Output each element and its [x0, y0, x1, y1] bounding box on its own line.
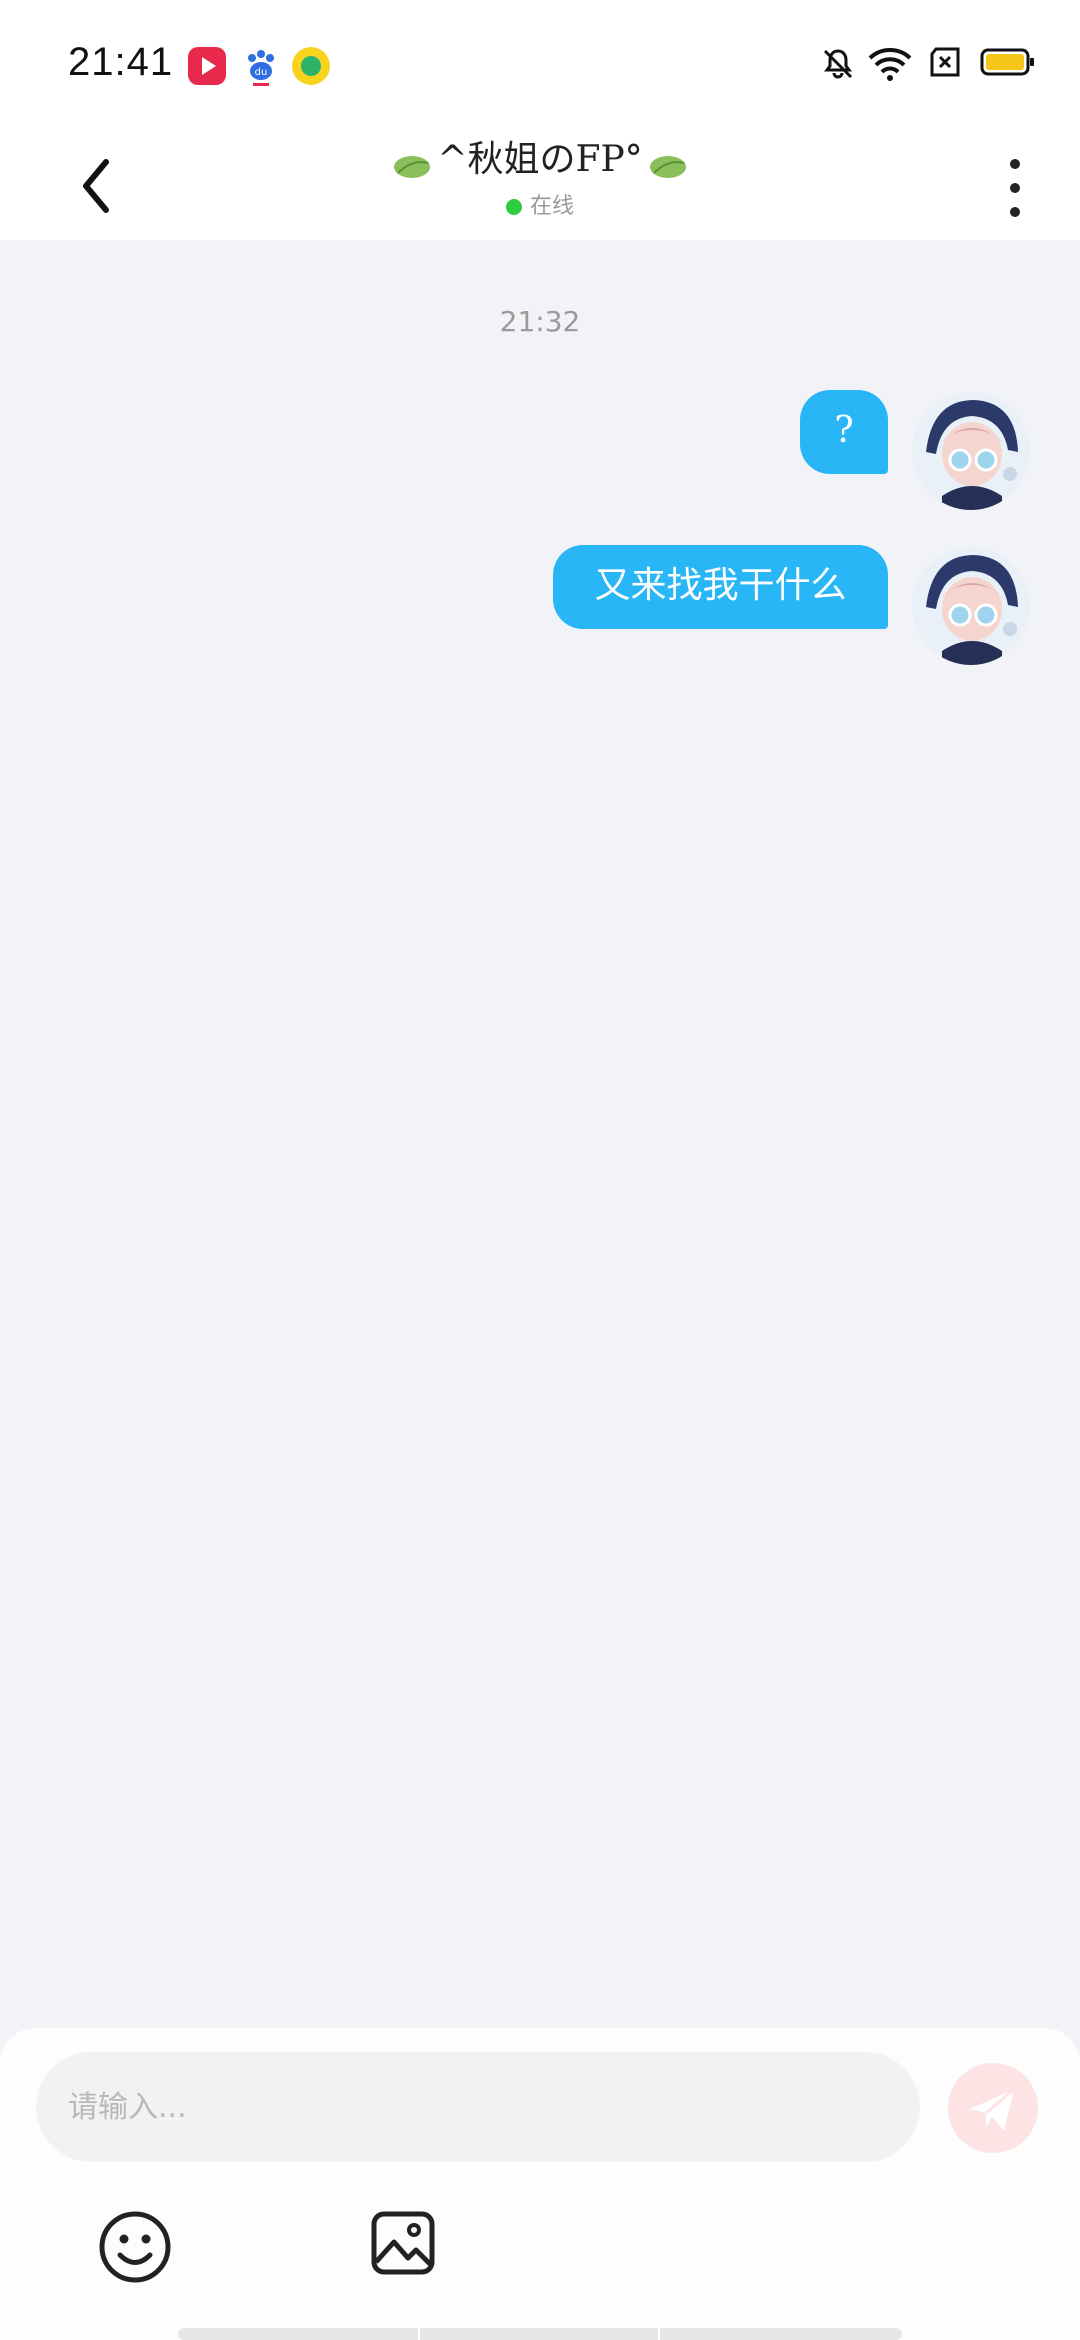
- more-options-button[interactable]: [990, 140, 1040, 220]
- chat-header: ^秋姐のFP° 在线: [0, 120, 1080, 240]
- bell-off-icon: [823, 49, 853, 79]
- message-row: 又来找我干什么: [0, 545, 1080, 665]
- title-area: ^秋姐のFP° 在线: [0, 130, 1080, 220]
- image-icon: [371, 2211, 435, 2275]
- input-panel: [0, 2028, 1080, 2340]
- chat-screen: 21:41 du ^秋姐のFP° 在线 21:32 ? 又来找我干什么 请输入.…: [0, 0, 1080, 2340]
- online-dot-icon: [505, 199, 522, 215]
- send-icon: [970, 2087, 1015, 2131]
- leaf-icon: [394, 155, 431, 178]
- smiley-icon: [99, 2211, 171, 2283]
- message-bubble[interactable]: ?: [800, 390, 888, 474]
- avatar[interactable]: [912, 392, 1030, 510]
- baidu-icon: du: [242, 47, 280, 86]
- leaf-icon: [649, 155, 686, 178]
- avatar[interactable]: [912, 547, 1030, 665]
- message-bubble[interactable]: 又来找我干什么: [553, 545, 888, 629]
- wifi-icon: [868, 48, 912, 81]
- music-app-icon: [292, 47, 330, 85]
- online-status-label: 在线: [529, 194, 574, 219]
- home-indicator[interactable]: [178, 2328, 902, 2340]
- battery-icon: [980, 48, 1034, 76]
- message-timestamp: 21:32: [499, 305, 581, 338]
- send-button[interactable]: [948, 2063, 1038, 2153]
- svg-text:du: du: [255, 67, 268, 78]
- video-app-icon: [188, 47, 226, 85]
- message-input[interactable]: [36, 2052, 920, 2162]
- sim-off-icon: [930, 47, 960, 77]
- emoji-button[interactable]: [98, 2210, 172, 2284]
- more-vertical-icon: [1010, 159, 1020, 217]
- online-status: 在线: [0, 188, 1080, 220]
- status-time: 21:41: [68, 40, 174, 84]
- status-bar: 21:41 du: [0, 0, 1080, 120]
- system-icons: [820, 46, 1040, 86]
- message-row: ?: [0, 390, 1080, 510]
- image-picker-button[interactable]: [370, 2210, 436, 2276]
- chat-title: ^秋姐のFP°: [437, 139, 643, 180]
